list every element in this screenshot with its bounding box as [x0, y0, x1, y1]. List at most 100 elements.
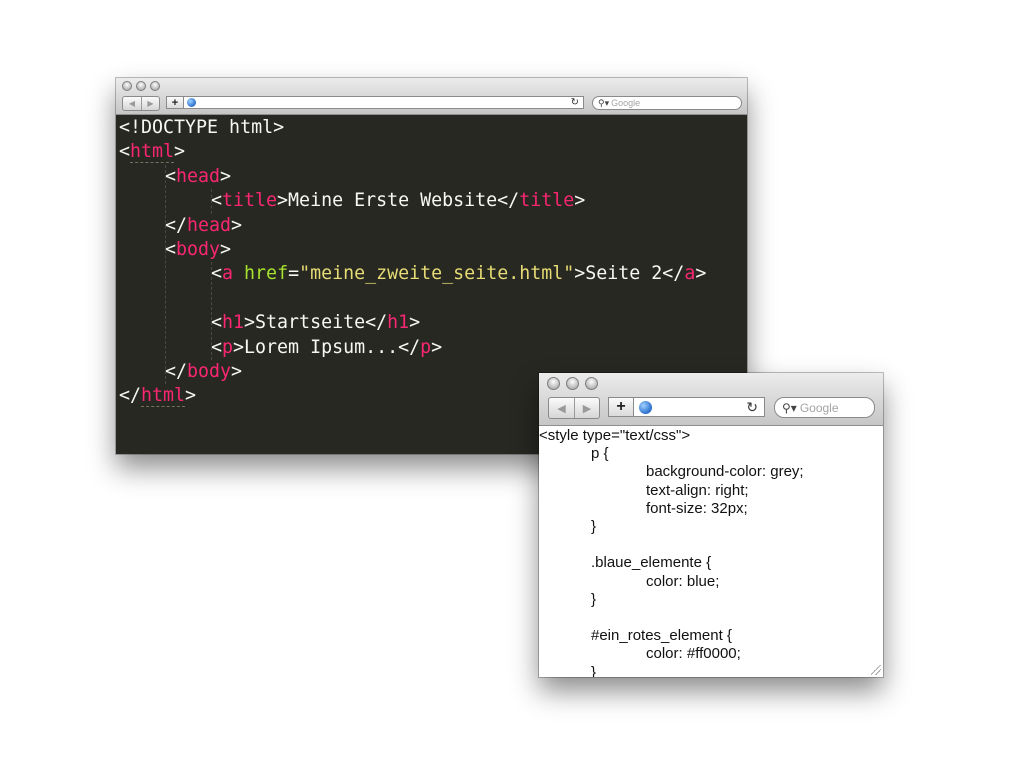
css-code-line: #ein_rotes_element {: [591, 627, 732, 645]
code-token: html: [141, 385, 186, 408]
code-token: >: [220, 165, 232, 187]
plus-icon: +: [171, 96, 179, 109]
css-code-line: color: #ff0000;: [646, 645, 741, 663]
code-token: >: [185, 385, 197, 407]
history-nav: ◀ ▶: [548, 397, 600, 419]
search-field[interactable]: ⚲▾ Google: [592, 96, 742, 110]
forward-arrow-icon: ▶: [147, 99, 154, 108]
reload-icon: ↻: [570, 97, 579, 108]
search-placeholder: Google: [611, 98, 641, 108]
back-arrow-icon: ◀: [128, 99, 136, 108]
css-code-view: <style type="text/css"> p { background-col…: [539, 426, 883, 677]
code-token: >: [220, 239, 232, 260]
code-token: </: [165, 361, 188, 382]
code-token: >Startseite</: [244, 312, 388, 334]
css-code-line: }: [591, 663, 597, 677]
code-line: <!DOCTYPE html>: [119, 116, 284, 140]
globe-icon: [639, 400, 652, 414]
browser-window-css: ◀ ▶ + ↻ ⚲▾ Google <style type="text/css"…: [539, 373, 883, 677]
code-token: title: [222, 190, 278, 212]
plus-icon: +: [616, 398, 626, 415]
code-token: title: [519, 190, 575, 212]
close-window-button[interactable]: [122, 81, 132, 91]
css-code-line: p {: [591, 445, 609, 463]
code-token: >Seite 2</: [574, 263, 685, 285]
code-token: =: [288, 263, 300, 285]
code-token: <: [165, 165, 177, 187]
code-token: html: [130, 141, 175, 164]
css-code-line: }: [591, 590, 597, 608]
code-token: a: [684, 263, 696, 285]
minimize-window-button[interactable]: [136, 81, 146, 91]
css-code-line: font-size: 32px;: [646, 499, 748, 517]
code-token: head: [176, 165, 221, 187]
code-token: body: [187, 361, 232, 382]
back-button[interactable]: ◀: [549, 398, 574, 418]
code-token: <: [119, 141, 131, 163]
code-token: h1: [222, 312, 245, 334]
code-token: </: [119, 385, 142, 407]
code-line: <head>: [165, 165, 231, 189]
css-code-line: background-color: grey;: [646, 463, 804, 481]
code-line: </head>: [165, 214, 242, 238]
reload-button[interactable]: ↻: [571, 97, 579, 108]
reload-button[interactable]: ↻: [746, 399, 758, 416]
forward-button[interactable]: ▶: [574, 398, 599, 418]
globe-icon: [187, 98, 196, 107]
indent-guide: [211, 189, 212, 214]
code-line: <html>: [119, 140, 185, 164]
minimize-window-button[interactable]: [566, 377, 579, 390]
code-token: >: [231, 361, 243, 382]
code-line: <body>: [165, 238, 231, 262]
code-token: href: [244, 263, 289, 285]
code-token: <: [211, 336, 223, 358]
close-window-button[interactable]: [547, 377, 560, 390]
code-line: </html>: [119, 384, 196, 408]
code-token: p: [420, 336, 432, 358]
code-token: </: [165, 214, 188, 236]
css-code-line: <style type="text/css">: [539, 427, 691, 444]
reload-icon: ↻: [746, 398, 758, 415]
code-line: <h1>Startseite</h1>: [211, 311, 420, 335]
indent-guide: [211, 262, 212, 360]
css-code-line: .blaue_elemente {: [591, 554, 712, 572]
window-controls: [122, 81, 160, 91]
magnifier-icon: ⚲▾: [598, 97, 610, 108]
browser-toolbar: ◀ ▶ + ↻ ⚲▾ Google: [539, 373, 883, 426]
code-token: <: [211, 312, 223, 334]
forward-arrow-icon: ▶: [582, 402, 592, 415]
code-token: <: [211, 190, 223, 212]
back-button[interactable]: ◀: [123, 97, 141, 110]
magnifier-icon: ⚲▾: [782, 400, 797, 415]
code-token: >Lorem Ipsum...</: [233, 336, 421, 358]
address-bar[interactable]: + ↻: [608, 397, 765, 417]
code-token: >Meine Erste Website</: [277, 190, 520, 212]
zoom-window-button[interactable]: [585, 377, 598, 390]
code-token: >: [231, 214, 243, 236]
code-token: >: [574, 190, 586, 212]
address-bar[interactable]: + ↻: [166, 96, 584, 109]
add-bookmark-button[interactable]: +: [609, 398, 634, 416]
history-nav: ◀ ▶: [122, 96, 160, 111]
window-controls: [547, 377, 598, 390]
indent-guide: [165, 164, 166, 385]
code-token: >: [695, 263, 707, 285]
resize-grip-icon[interactable]: [871, 665, 881, 675]
search-placeholder: Google: [799, 400, 839, 415]
zoom-window-button[interactable]: [150, 81, 160, 91]
code-token: >: [431, 336, 443, 358]
search-field[interactable]: ⚲▾ Google: [774, 397, 875, 418]
add-bookmark-button[interactable]: +: [167, 96, 184, 109]
code-token: body: [176, 239, 221, 260]
code-line: <title>Meine Erste Website</title>: [211, 189, 585, 213]
css-code-line: color: blue;: [646, 572, 720, 590]
code-token: head: [187, 214, 232, 236]
code-token: <!DOCTYPE html>: [119, 117, 285, 138]
back-arrow-icon: ◀: [557, 402, 566, 415]
code-token: <: [165, 239, 177, 260]
browser-toolbar: ◀ ▶ + ↻ ⚲▾ Google: [116, 78, 747, 115]
forward-button[interactable]: ▶: [141, 97, 159, 110]
code-token: p: [222, 336, 234, 358]
code-token: h1: [387, 312, 410, 334]
